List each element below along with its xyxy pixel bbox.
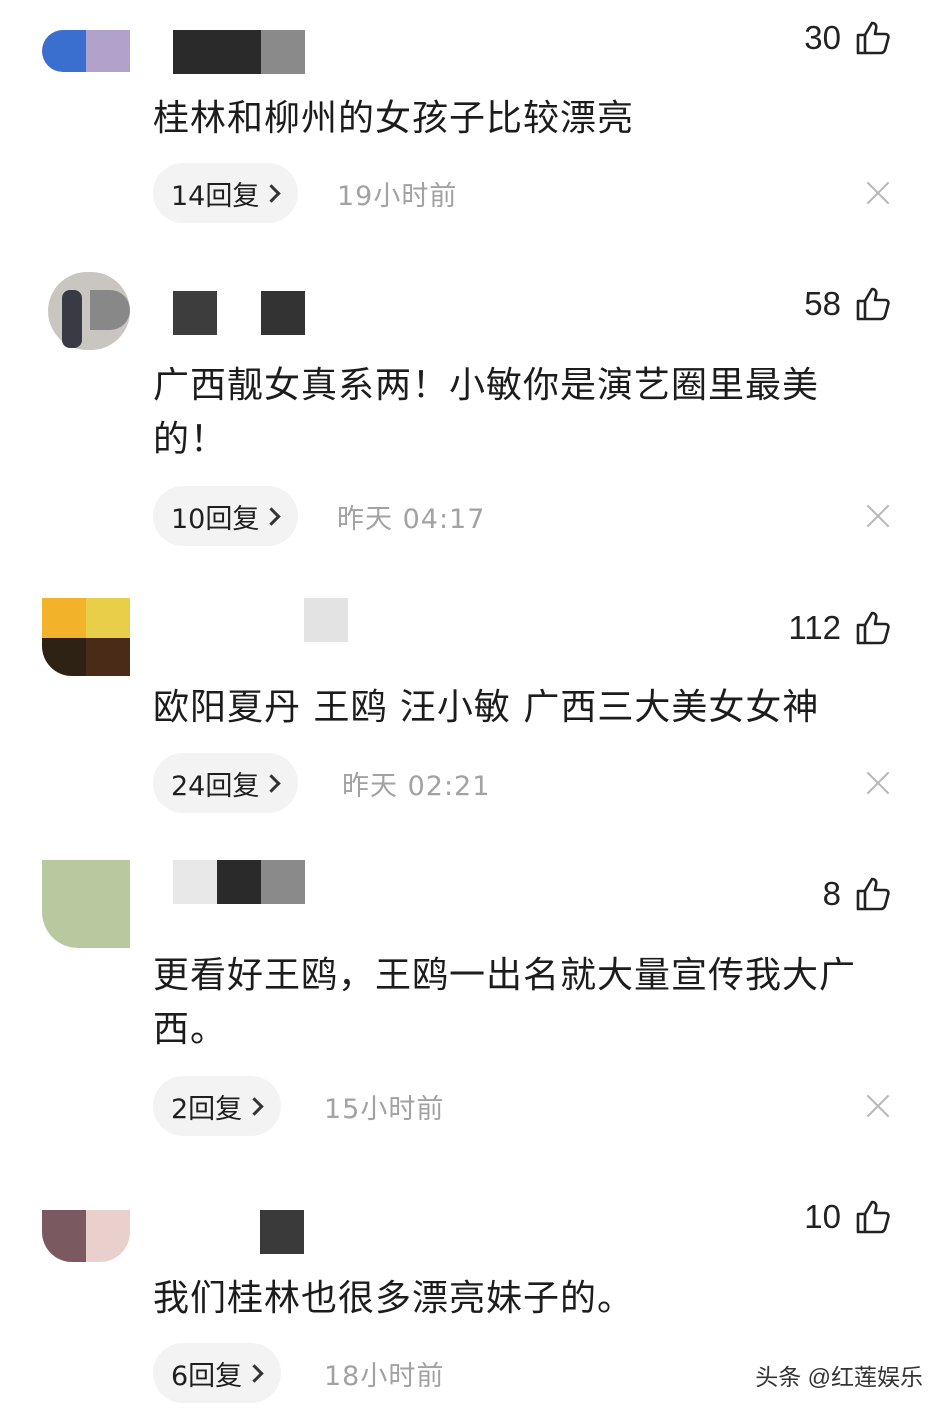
username-masked[interactable] xyxy=(173,860,305,904)
chevron-right-icon xyxy=(262,506,282,526)
avatar[interactable] xyxy=(42,598,130,676)
thumbs-up-icon xyxy=(856,1200,890,1234)
close-icon[interactable] xyxy=(866,504,890,528)
avatar[interactable] xyxy=(42,860,130,948)
like-count: 112 xyxy=(788,609,841,646)
replies-label: 24回复 xyxy=(171,770,260,802)
comment-text: 我们桂林也很多漂亮妹子的。 xyxy=(153,1278,635,1319)
close-icon[interactable] xyxy=(866,771,890,795)
chevron-right-icon xyxy=(262,183,282,203)
comment-text: 广西靓女真系两！小敏你是演艺圈里最美的！ xyxy=(153,365,820,460)
like-count: 10 xyxy=(804,1198,841,1235)
thumbs-up-icon xyxy=(856,21,890,55)
like-button[interactable]: 10 xyxy=(804,1197,891,1237)
avatar[interactable] xyxy=(42,6,130,72)
comment-text: 更看好王鸥，王鸥一出名就大量宣传我大广西。 xyxy=(153,955,857,1050)
replies-button[interactable]: 6回复 xyxy=(153,1343,282,1403)
replies-button[interactable]: 14回复 xyxy=(153,163,299,223)
replies-button[interactable]: 2回复 xyxy=(153,1076,282,1136)
replies-button[interactable]: 24回复 xyxy=(153,753,299,813)
like-count: 30 xyxy=(804,19,841,56)
chevron-right-icon xyxy=(245,1096,264,1116)
comment-time: 昨天 02:21 xyxy=(342,770,491,802)
thumbs-up-icon xyxy=(856,287,890,321)
chevron-right-icon xyxy=(245,1363,264,1383)
username-masked[interactable] xyxy=(260,1210,304,1254)
watermark: 头条 @红莲娱乐 xyxy=(755,1364,923,1390)
avatar[interactable] xyxy=(42,272,130,350)
like-button[interactable]: 58 xyxy=(804,284,891,324)
like-button[interactable]: 30 xyxy=(804,18,891,58)
username-masked[interactable] xyxy=(304,598,348,642)
replies-button[interactable]: 10回复 xyxy=(153,486,299,546)
replies-label: 10回复 xyxy=(171,503,260,535)
comment-text: 欧阳夏丹 王鸥 汪小敏 广西三大美女女神 xyxy=(153,687,820,728)
comment-time: 18小时前 xyxy=(324,1360,445,1392)
close-icon[interactable] xyxy=(866,1094,890,1118)
like-count: 8 xyxy=(822,875,841,912)
replies-label: 6回复 xyxy=(171,1360,243,1392)
close-icon[interactable] xyxy=(866,181,890,205)
thumbs-up-icon xyxy=(856,611,890,645)
comment-text: 桂林和柳州的女孩子比较漂亮 xyxy=(153,98,635,139)
username-masked[interactable] xyxy=(173,30,305,74)
thumbs-up-icon xyxy=(856,877,890,911)
avatar[interactable] xyxy=(42,1210,130,1262)
like-button[interactable]: 8 xyxy=(823,874,891,914)
like-button[interactable]: 112 xyxy=(788,608,891,648)
comment-time: 15小时前 xyxy=(324,1093,445,1125)
comment-time: 19小时前 xyxy=(337,180,458,212)
replies-label: 14回复 xyxy=(171,180,260,212)
username-masked[interactable] xyxy=(173,291,305,335)
like-count: 58 xyxy=(804,285,841,322)
comment-time: 昨天 04:17 xyxy=(337,503,486,535)
chevron-right-icon xyxy=(262,773,282,793)
replies-label: 2回复 xyxy=(171,1093,243,1125)
